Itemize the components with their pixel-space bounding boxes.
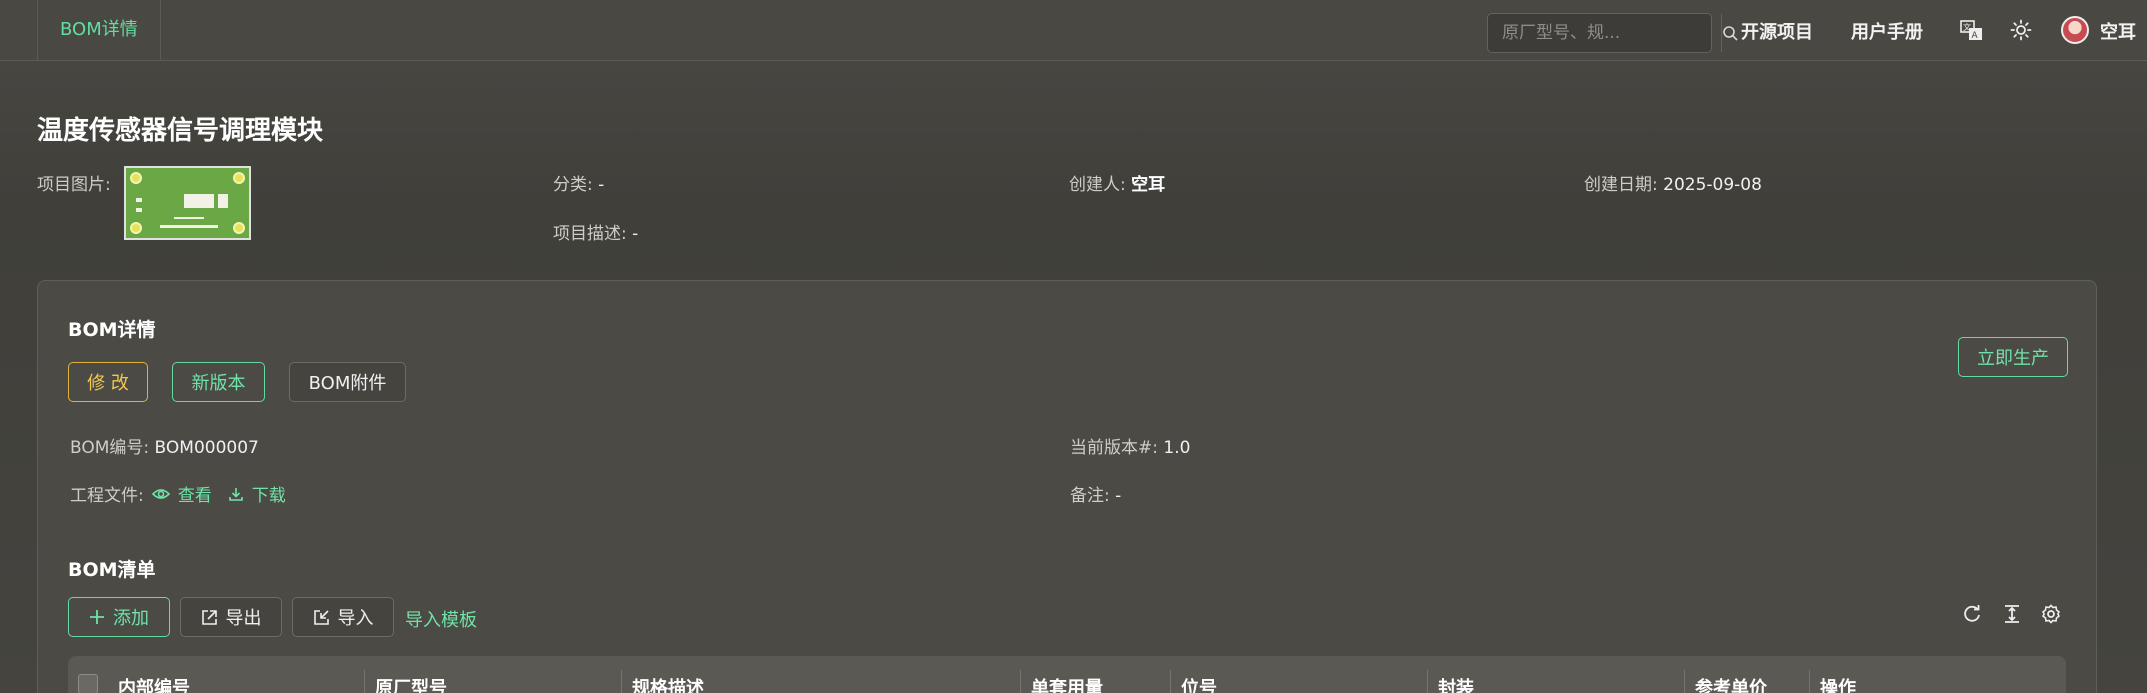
column-divider bbox=[1170, 670, 1171, 693]
add-button[interactable]: 添加 bbox=[68, 597, 170, 637]
column-actions: 操作 bbox=[1820, 678, 1856, 693]
plus-icon bbox=[90, 610, 104, 624]
view-link-label: 查看 bbox=[177, 486, 212, 506]
category-value: - bbox=[598, 175, 605, 195]
created-date-field: 创建日期: 2025-09-08 bbox=[1584, 170, 1762, 195]
created-date-value: 2025-09-08 bbox=[1663, 175, 1762, 195]
category-label: 分类: bbox=[553, 175, 593, 195]
new-version-button[interactable]: 新版本 bbox=[172, 362, 265, 402]
select-all-checkbox[interactable] bbox=[78, 674, 98, 693]
column-mfr-part[interactable]: 原厂型号 bbox=[375, 674, 447, 693]
tab-bom-detail[interactable]: BOM详情 bbox=[37, 0, 161, 60]
column-divider bbox=[1809, 670, 1810, 693]
project-image[interactable] bbox=[124, 166, 251, 240]
remark-field: 备注: - bbox=[1070, 481, 1121, 506]
remark-label: 备注: bbox=[1070, 486, 1110, 506]
export-icon bbox=[201, 609, 217, 625]
bom-number-label: BOM编号: bbox=[70, 438, 150, 458]
description-label: 项目描述: bbox=[553, 224, 627, 244]
bom-detail-title: BOM详情 bbox=[68, 319, 156, 341]
nav-open-source[interactable]: 开源项目 bbox=[1741, 18, 1813, 44]
svg-text:A: A bbox=[1972, 31, 1979, 41]
page-title: 温度传感器信号调理模块 bbox=[37, 116, 324, 146]
language-icon[interactable]: A 文 bbox=[1960, 20, 1984, 42]
column-package[interactable]: 封装 bbox=[1438, 674, 1474, 693]
bom-number-value: BOM000007 bbox=[154, 438, 259, 458]
engineering-files-label: 工程文件: bbox=[70, 486, 144, 506]
column-quantity[interactable]: 单套用量 bbox=[1031, 674, 1103, 693]
column-divider bbox=[1427, 670, 1428, 693]
user-name[interactable]: 空耳 bbox=[2100, 18, 2136, 44]
remark-value: - bbox=[1115, 486, 1122, 506]
app-root: BOM详情 开源项目 用户手册 A 文 bbox=[0, 0, 2147, 693]
column-internal-number[interactable]: 内部编号 bbox=[118, 674, 190, 693]
column-divider bbox=[1684, 670, 1685, 693]
column-divider bbox=[364, 670, 365, 693]
column-unit-price[interactable]: 参考单价 bbox=[1695, 674, 1767, 693]
bom-attachment-button[interactable]: BOM附件 bbox=[289, 362, 406, 402]
current-version-label: 当前版本#: bbox=[1070, 438, 1158, 458]
creator-value: 空耳 bbox=[1131, 175, 1166, 195]
top-bar: BOM详情 开源项目 用户手册 A 文 bbox=[0, 0, 2147, 61]
search-icon bbox=[1723, 25, 1738, 41]
search-box bbox=[1487, 13, 1738, 53]
import-template-link[interactable]: 导入模板 bbox=[405, 606, 477, 632]
project-image-label: 项目图片: bbox=[37, 175, 111, 195]
category-field: 分类: - bbox=[553, 170, 604, 195]
settings-gear-icon[interactable] bbox=[2041, 604, 2061, 624]
user-avatar[interactable] bbox=[2061, 16, 2089, 44]
description-field: 项目描述: - bbox=[553, 219, 638, 244]
column-spec[interactable]: 规格描述 bbox=[632, 674, 704, 693]
column-divider bbox=[1020, 670, 1021, 693]
produce-now-button[interactable]: 立即生产 bbox=[1958, 337, 2068, 377]
search-button[interactable] bbox=[1721, 14, 1739, 52]
description-value: - bbox=[632, 224, 639, 244]
import-button-label: 导入 bbox=[337, 608, 374, 629]
engineering-files-field: 工程文件: 查看 下载 bbox=[70, 481, 286, 506]
creator-field: 创建人: 空耳 bbox=[1069, 170, 1165, 195]
view-link[interactable]: 查看 bbox=[151, 481, 212, 506]
column-divider bbox=[621, 670, 622, 693]
bom-table: 内部编号 原厂型号 规格描述 单套用量 位号 封装 参考单价 操作 bbox=[68, 656, 2066, 693]
column-height-icon[interactable] bbox=[2002, 604, 2022, 624]
export-button[interactable]: 导出 bbox=[180, 597, 282, 637]
nav-user-manual[interactable]: 用户手册 bbox=[1851, 18, 1923, 44]
search-input[interactable] bbox=[1488, 14, 1721, 52]
import-button[interactable]: 导入 bbox=[292, 597, 394, 637]
edit-button[interactable]: 修 改 bbox=[68, 362, 148, 402]
bom-list-title: BOM清单 bbox=[68, 559, 156, 581]
column-designator[interactable]: 位号 bbox=[1181, 674, 1217, 693]
refresh-icon[interactable] bbox=[1962, 604, 1982, 624]
theme-sun-icon[interactable] bbox=[2010, 19, 2032, 41]
export-button-label: 导出 bbox=[225, 608, 262, 629]
current-version-field: 当前版本#: 1.0 bbox=[1070, 433, 1190, 458]
creator-label: 创建人: bbox=[1069, 175, 1126, 195]
created-date-label: 创建日期: bbox=[1584, 175, 1658, 195]
svg-text:文: 文 bbox=[1963, 22, 1971, 32]
add-button-label: 添加 bbox=[113, 608, 149, 629]
bom-card: BOM详情 修 改 新版本 BOM附件 立即生产 BOM编号: BOM00000… bbox=[37, 280, 2097, 693]
bom-number-field: BOM编号: BOM000007 bbox=[70, 433, 259, 458]
download-icon bbox=[228, 487, 243, 501]
download-link[interactable]: 下载 bbox=[228, 481, 286, 506]
current-version-value: 1.0 bbox=[1163, 438, 1191, 458]
import-icon bbox=[313, 609, 329, 625]
eye-icon bbox=[151, 488, 170, 499]
download-link-label: 下载 bbox=[251, 486, 286, 506]
